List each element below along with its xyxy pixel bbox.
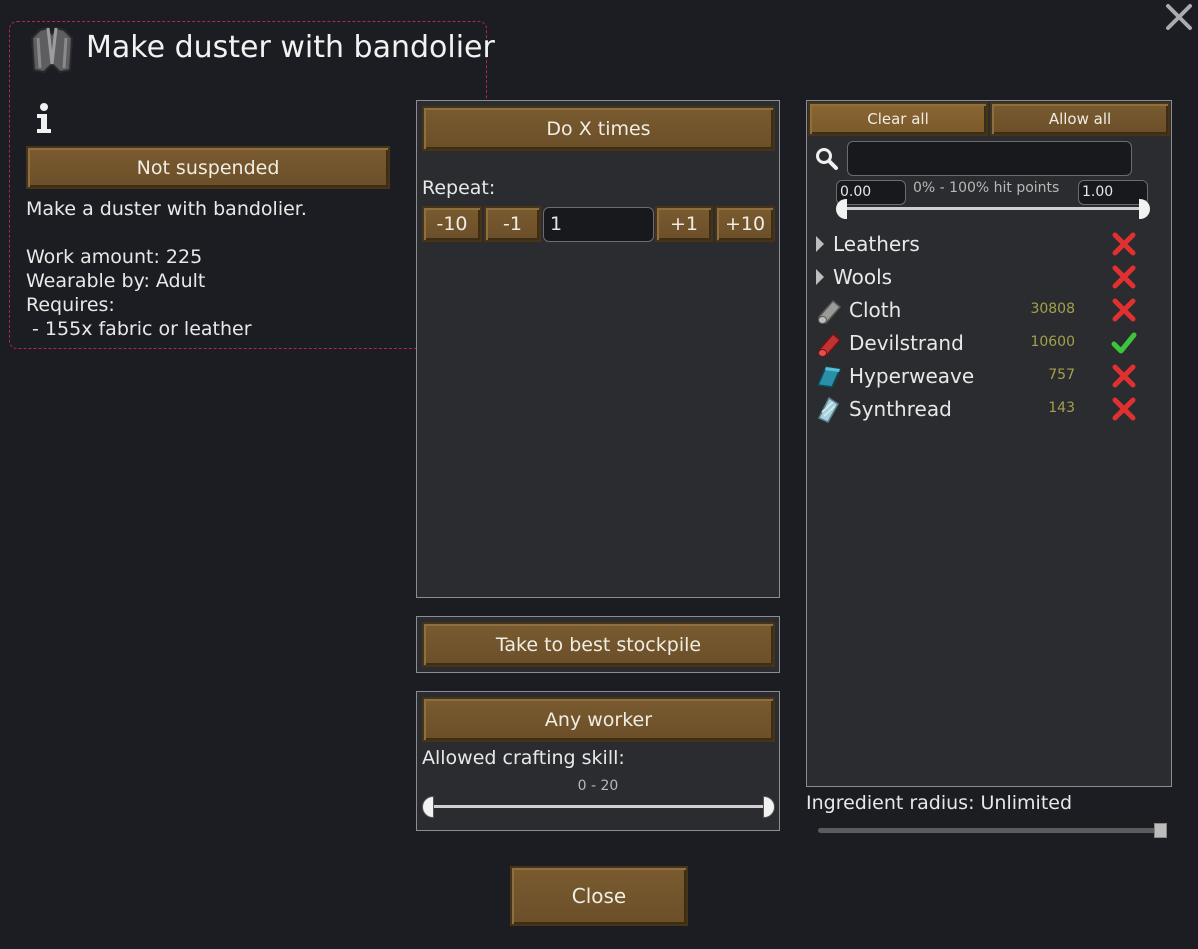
item-synthread[interactable]: Synthread [849,397,952,421]
hp-min-handle[interactable] [836,199,847,219]
synthread-icon [813,394,843,424]
search-icon [815,147,839,171]
info-icon[interactable] [33,102,55,134]
cloth-icon [813,295,843,325]
radius-slider-track [818,828,1158,833]
worker-select-button[interactable]: Any worker [422,697,775,742]
expand-leathers-icon[interactable] [816,236,824,252]
ingredient-radius-slider[interactable] [818,822,1170,840]
decrease-10-button[interactable]: -10 [422,206,482,242]
hp-slider-track [844,207,1142,210]
clear-all-button[interactable]: Clear all [808,102,988,136]
requires-item: - 155x fabric or leather [26,318,252,340]
repeat-count-value: 1 [550,213,563,235]
expand-wools-icon[interactable] [816,269,824,285]
repeat-label: Repeat: [422,177,496,199]
item-cloth[interactable]: Cloth [849,298,901,322]
close-button[interactable]: Close [510,866,688,926]
skill-slider[interactable] [422,796,775,818]
hyperweave-disallowed-icon[interactable] [1111,363,1137,389]
category-wools[interactable]: Wools [833,265,892,289]
hp-max-value: 1.00 [1082,184,1114,200]
allow-all-button[interactable]: Allow all [990,102,1170,136]
skill-min-handle[interactable] [422,796,434,818]
wools-disallowed-icon[interactable] [1111,264,1137,290]
hyperweave-count: 757 [1048,367,1075,383]
skill-range: 0 - 20 [577,778,619,794]
work-amount: Work amount: 225 [26,246,203,268]
duster-icon [26,24,78,76]
cloth-disallowed-icon[interactable] [1111,297,1137,323]
filter-search-input[interactable] [847,141,1132,176]
requires-label: Requires: [26,294,115,316]
devilstrand-count: 10600 [1030,334,1075,350]
wearable-by: Wearable by: Adult [26,270,206,292]
hp-range-label: 0% - 100% hit points [913,180,1060,196]
synthread-count: 143 [1048,400,1075,416]
repeat-mode-button[interactable]: Do X times [422,106,775,151]
increase-10-button[interactable]: +10 [715,206,775,242]
synthread-disallowed-icon[interactable] [1111,396,1137,422]
bill-description: Make a duster with bandolier. [26,198,307,220]
repeat-panel [416,100,780,598]
suspend-button[interactable]: Not suspended [26,146,390,189]
hp-slider[interactable] [836,199,1150,219]
skill-slider-track [430,805,767,808]
hp-min-value: 0.00 [840,184,872,200]
radius-slider-handle[interactable] [1154,823,1167,838]
close-icon[interactable] [1164,2,1194,32]
item-devilstrand[interactable]: Devilstrand [849,331,964,355]
skill-label: Allowed crafting skill: [422,747,625,769]
ingredient-radius-label: Ingredient radius: Unlimited [806,792,1073,814]
hp-max-handle[interactable] [1139,199,1150,219]
devilstrand-allowed-icon[interactable] [1111,330,1137,356]
devilstrand-icon [813,328,843,358]
hyperweave-icon [813,361,843,391]
item-hyperweave[interactable]: Hyperweave [849,364,974,388]
category-leathers[interactable]: Leathers [833,232,920,256]
decrease-1-button[interactable]: -1 [484,206,541,242]
increase-1-button[interactable]: +1 [655,206,713,242]
skill-max-handle[interactable] [763,796,775,818]
bill-title: Make duster with bandolier [86,30,495,65]
leathers-disallowed-icon[interactable] [1111,231,1137,257]
repeat-count-input[interactable]: 1 [543,207,654,242]
store-mode-button[interactable]: Take to best stockpile [422,622,775,667]
cloth-count: 30808 [1030,301,1075,317]
